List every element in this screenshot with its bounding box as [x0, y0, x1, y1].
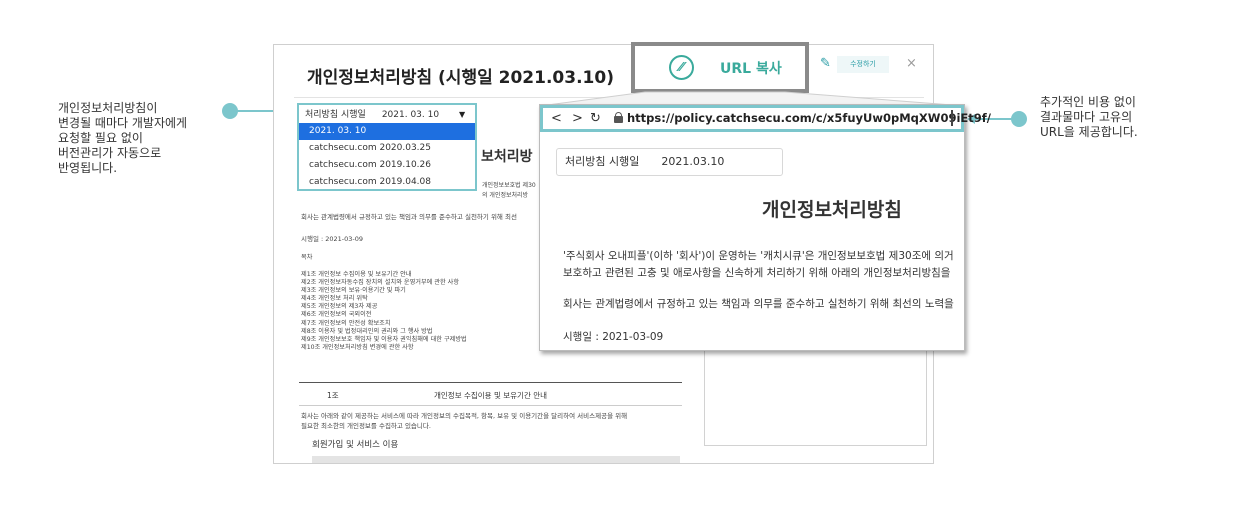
toc-item[interactable]: 제2조 개인정보자동수집 장치의 설치와 운영거부에 관한 사항 — [301, 279, 467, 287]
url-text[interactable]: https://policy.catchsecu.com/c/x5fuyUw0p… — [627, 111, 991, 125]
pencil-icon[interactable]: ✎ — [820, 56, 831, 71]
dropdown-option[interactable]: catchsecu.com 2020.03.25 — [299, 140, 475, 157]
partial-text: 의 개인정보처리방 — [482, 192, 529, 199]
left-annotation-line: 반영됩니다. — [58, 161, 118, 175]
toc-item[interactable]: 제1조 개인정보 수집이용 및 보유기간 안내 — [301, 271, 467, 279]
intro-text: 회사는 관계법령에서 규정하고 있는 책임과 의무를 준수하고 실천하기 위해 … — [301, 213, 517, 221]
left-annotation-line: 변경될 때마다 개발자에게 — [58, 116, 188, 130]
effective-date: 시행일 : 2021-03-09 — [301, 235, 364, 243]
url-copy-button[interactable]: ⁄⁄ URL 복사 — [631, 42, 809, 93]
browser-date-value: 2021.03.10 — [661, 155, 725, 168]
dropdown-options: 2021. 03. 10 catchsecu.com 2020.03.25 ca… — [299, 123, 475, 191]
browser-paragraph: '주식회사 오내피플'(이하 '회사')이 운영하는 '캐치시큐'은 개인정보보… — [563, 250, 954, 262]
browser-effective-date: 시행일 : 2021-03-09 — [563, 331, 664, 343]
browser-paragraph: 보호하고 관련된 고충 및 애로사항을 신속하게 처리하기 위해 아래의 개인정… — [563, 267, 951, 279]
browser-date-label: 처리방침 시행일 — [565, 155, 640, 168]
dropdown-current-value: 2021. 03. 10 — [381, 110, 440, 120]
url-copy-label: URL 복사 — [720, 61, 782, 77]
right-annotation: 추가적인 비용 없이 결과물마다 고유의 URL을 제공합니다. — [1040, 95, 1190, 140]
section-number: 1조 — [327, 391, 339, 400]
partial-text: 개인정보보호법 제30 — [482, 182, 536, 189]
reload-icon[interactable]: ↻ — [590, 111, 601, 126]
close-icon[interactable]: × — [906, 56, 917, 71]
browser-document-title: 개인정보처리방침 — [762, 199, 902, 221]
back-icon[interactable]: < — [551, 111, 562, 126]
left-annotation-line: 요청할 필요 없이 — [58, 131, 143, 145]
link-icon: ⁄⁄ — [669, 55, 694, 80]
version-dropdown[interactable]: 처리방침 시행일 2021. 03. 10 ▼ 2021. 03. 10 catc… — [297, 103, 477, 191]
browser-paragraph: 회사는 관계법령에서 규정하고 있는 책임과 의무를 준수하고 실천하기 위해 … — [563, 298, 954, 310]
toc-title: 목차 — [301, 254, 313, 261]
lock-icon — [614, 112, 623, 123]
document-heading-partial: 보처리방 — [481, 149, 533, 165]
right-annotation-line: URL을 제공합니다. — [1040, 125, 1138, 139]
toc-item[interactable]: 제8조 이용자 및 법정대리인의 권리와 그 행사 방법 — [301, 328, 467, 336]
edit-button[interactable]: 수정하기 — [837, 56, 889, 73]
text-cursor — [951, 110, 953, 126]
table-of-contents: 제1조 개인정보 수집이용 및 보유기간 안내 제2조 개인정보자동수집 장치의… — [301, 271, 467, 352]
dropdown-label: 처리방침 시행일 — [305, 110, 366, 120]
dropdown-option-selected[interactable]: 2021. 03. 10 — [299, 123, 475, 140]
signup-subtitle: 회원가입 및 서비스 이용 — [312, 440, 399, 450]
section-header-row: 1조 개인정보 수집이용 및 보유기간 안내 — [299, 382, 682, 406]
browser-date-selector[interactable]: 처리방침 시행일 2021.03.10 — [556, 148, 783, 176]
forward-icon[interactable]: > — [572, 111, 583, 126]
left-annotation-line: 버전관리가 자동으로 — [58, 146, 162, 160]
toc-item[interactable]: 제10조 개인정보처리방침 변경에 관한 사항 — [301, 344, 467, 352]
dropdown-option[interactable]: catchsecu.com 2019.10.26 — [299, 157, 475, 174]
address-bar[interactable]: < > ↻ https://policy.catchsecu.com/c/x5f… — [540, 105, 991, 132]
section-title: 개인정보 수집이용 및 보유기간 안내 — [434, 391, 548, 400]
right-connector-dot — [1011, 111, 1027, 127]
dropdown-header[interactable]: 처리방침 시행일 2021. 03. 10 — [305, 107, 439, 120]
section-body-line: 필요한 최소한의 개인정보를 수집하고 있습니다. — [301, 422, 431, 430]
table-header — [312, 456, 680, 463]
chevron-down-icon[interactable]: ▼ — [459, 110, 465, 119]
right-annotation-line: 결과물마다 고유의 — [1040, 110, 1133, 124]
right-annotation-line: 추가적인 비용 없이 — [1040, 95, 1136, 109]
dropdown-option[interactable]: catchsecu.com 2019.04.08 — [299, 174, 475, 191]
toc-item[interactable]: 제6조 개인정보의 국외이전 — [301, 311, 467, 319]
toc-item[interactable]: 제7조 개인정보의 안전성 확보조치 — [301, 320, 467, 328]
browser-preview: < > ↻ https://policy.catchsecu.com/c/x5f… — [539, 104, 991, 351]
section-body-line: 회사는 아래와 같이 제공하는 서비스에 따라 개인정보의 수집목적, 항목, … — [301, 412, 628, 420]
toc-item[interactable]: 제9조 개인정보보호 책임자 및 이용자 권익침해에 대한 구제방법 — [301, 336, 467, 344]
left-annotation: 개인정보처리방침이 변경될 때마다 개발자에게 요청할 필요 없이 버전관리가 … — [58, 101, 228, 176]
page-title: 개인정보처리방침 (시행일 2021.03.10) — [307, 68, 614, 88]
left-annotation-line: 개인정보처리방침이 — [58, 101, 158, 115]
